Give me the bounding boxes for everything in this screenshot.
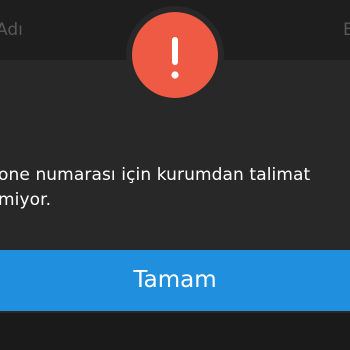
- backdrop-field-label: Adı: [0, 20, 23, 40]
- alert-message-line: one numarası için kurumdan talimat: [0, 165, 311, 185]
- ok-button[interactable]: Tamam: [0, 250, 350, 311]
- exclamation-alert-icon: [132, 12, 218, 98]
- backdrop-field-label-right: E: [343, 20, 350, 40]
- exclamation-icon: [171, 37, 179, 79]
- backdrop-footer: [0, 313, 350, 350]
- alert-message: one numarası için kurumdan talimat miyor…: [0, 163, 350, 213]
- alert-icon-ring: [126, 6, 224, 104]
- alert-message-line: miyor.: [0, 190, 52, 210]
